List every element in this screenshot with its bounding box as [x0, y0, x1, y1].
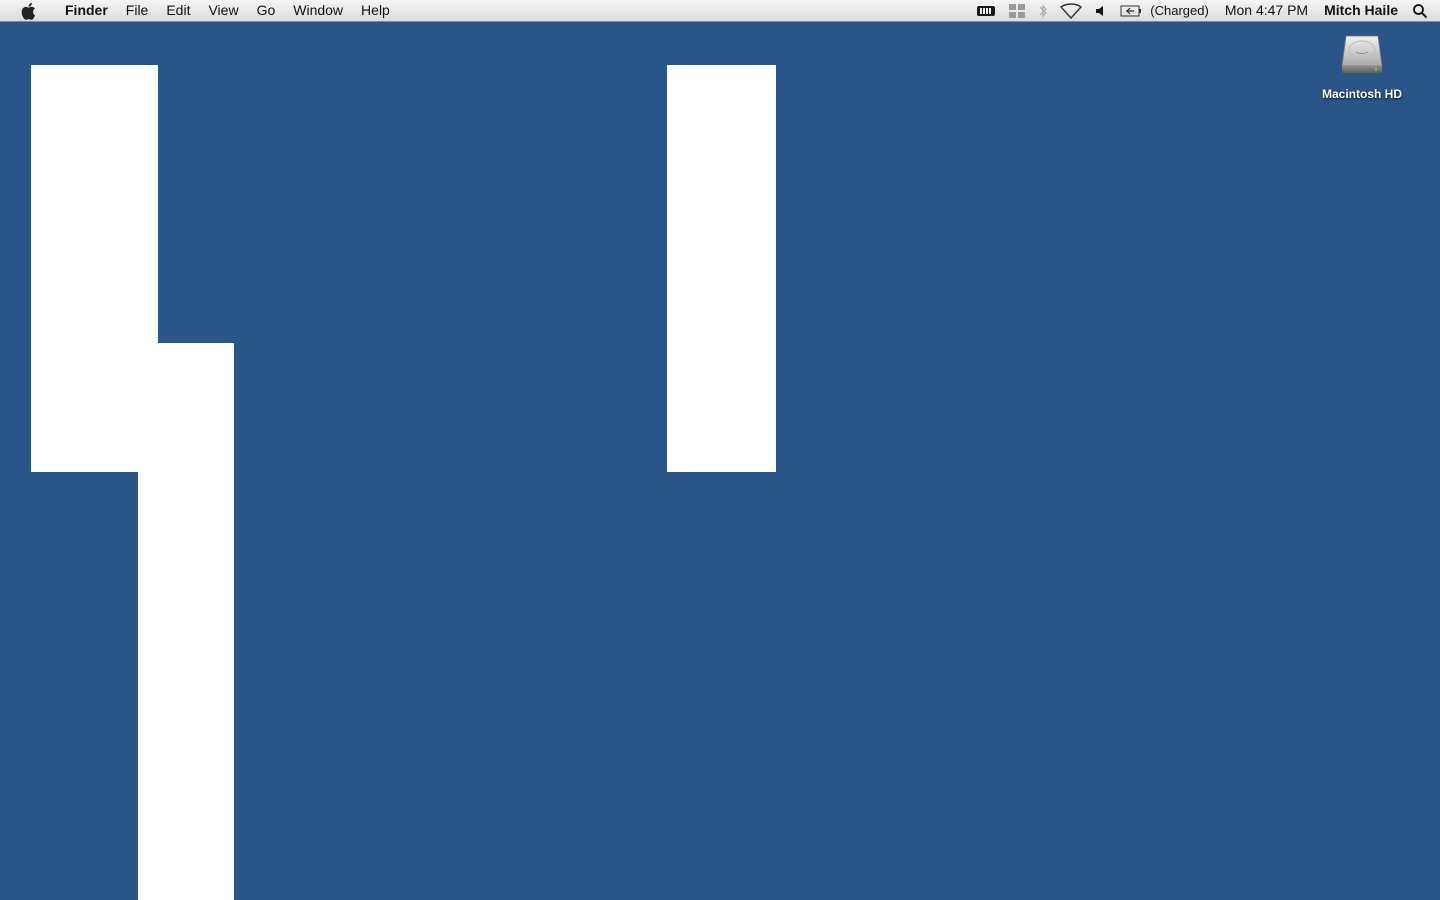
- blank-window-region: [667, 65, 776, 472]
- menu-window[interactable]: Window: [284, 0, 352, 21]
- menu-finder[interactable]: Finder: [56, 0, 117, 21]
- desktop-icon-macintosh-hd[interactable]: Macintosh HD: [1312, 30, 1412, 101]
- menu-file[interactable]: File: [117, 0, 158, 21]
- menu-go[interactable]: Go: [248, 0, 285, 21]
- user-menu[interactable]: Mitch Haile: [1316, 0, 1406, 21]
- desktop-icon-label: Macintosh HD: [1321, 87, 1402, 101]
- battery-icon[interactable]: [1114, 0, 1148, 21]
- volume-icon[interactable]: [1088, 0, 1114, 21]
- menu-edit[interactable]: Edit: [157, 0, 199, 21]
- blank-window-region: [158, 343, 234, 472]
- blank-window-region: [138, 472, 234, 900]
- clock[interactable]: Mon 4:47 PM: [1217, 0, 1316, 21]
- menu-help[interactable]: Help: [352, 0, 399, 21]
- hard-drive-icon: [1338, 30, 1386, 83]
- spaces-icon[interactable]: [1002, 0, 1032, 21]
- menu-bar: Finder File Edit View Go Window Help (Ch…: [0, 0, 1440, 22]
- wifi-icon[interactable]: [1054, 0, 1088, 21]
- blank-window-region: [31, 65, 158, 472]
- battery-status[interactable]: (Charged): [1148, 0, 1217, 21]
- menu-bar-status-area: (Charged) Mon 4:47 PM Mitch Haile: [970, 0, 1440, 21]
- bluetooth-icon[interactable]: [1032, 0, 1054, 21]
- menu-bar-left: Finder File Edit View Go Window Help: [0, 0, 399, 21]
- menu-view[interactable]: View: [199, 0, 247, 21]
- keyboard-icon[interactable]: [970, 0, 1002, 21]
- apple-menu-icon[interactable]: [0, 2, 56, 20]
- spotlight-icon[interactable]: [1406, 0, 1440, 21]
